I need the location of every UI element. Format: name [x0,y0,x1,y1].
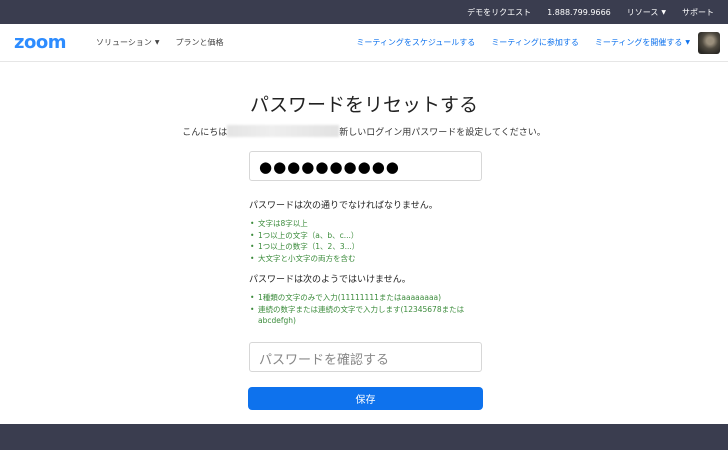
resources-menu[interactable]: リソース ▼ [627,7,666,18]
host-meeting-label: ミーティングを開催する [594,38,683,47]
chevron-down-icon: ▼ [661,8,666,16]
request-demo-link[interactable]: デモをリクエスト [467,7,531,18]
list-item: 連続の数字または連続の文字で入力します(12345678またはabcdefgh) [249,304,489,327]
top-utility-bar: デモをリクエスト 1.888.799.9666 リソース ▼ サポート [0,0,728,24]
chevron-down-icon: ▼ [154,39,160,46]
solutions-label: ソリューション [96,38,152,47]
zoom-logo[interactable]: zoom [14,32,80,53]
list-item: 1つ以上の数字（1、2、3...） [249,241,489,253]
must-rules-list: 文字は8字以上 1つ以上の文字（a、b、c...） 1つ以上の数字（1、2、3.… [249,218,489,264]
list-item: 1つ以上の文字（a、b、c...） [249,230,489,242]
confirm-password-placeholder: パスワードを確認する [259,353,390,368]
save-button[interactable]: 保存 [248,387,483,410]
chevron-down-icon: ▼ [685,39,690,46]
resources-label: リソース [626,7,659,17]
new-password-field[interactable]: ●●●●●●●●●● [249,151,482,181]
subtitle-suffix: 新しいログイン用パスワードを設定してください。 [339,128,546,138]
phone-number-link[interactable]: 1.888.799.9666 [547,8,611,17]
redacted-username [227,125,340,137]
confirm-password-field[interactable]: パスワードを確認する [249,342,482,372]
nav-right-group: ミーティングをスケジュールする ミーティングに参加する ミーティングを開催する ▼ [356,31,720,54]
reset-password-page: パスワードをリセットする こんにちは 新しいログイン用パスワードを設定してください… [0,62,728,424]
nav-left-group: ソリューション ▼ プランと価格 [96,37,223,48]
password-masked-value: ●●●●●●●●●● [259,158,400,176]
list-item: 1種類の文字のみで入力(11111111またはaaaaaaaa) [249,292,489,304]
list-item: 文字は8字以上 [249,218,489,230]
host-meeting-menu[interactable]: ミーティングを開催する ▼ [595,37,690,48]
support-link[interactable]: サポート [682,7,714,18]
list-item: 大文字と小文字の両方を含む [249,253,489,265]
main-navbar: zoom ソリューション ▼ プランと価格 ミーティングをスケジュールする ミーテ… [0,24,728,62]
page-title: パスワードをリセットする [249,94,478,116]
avatar[interactable] [698,31,720,54]
plans-pricing-link[interactable]: プランと価格 [175,37,223,48]
schedule-meeting-link[interactable]: ミーティングをスケジュールする [356,37,475,48]
footer-bar [0,424,728,450]
must-rules-heading: パスワードは次の通りでなければなりません。 [249,201,438,211]
page-subtitle: こんにちは 新しいログイン用パスワードを設定してください。 [0,125,728,138]
mustnot-rules-heading: パスワードは次のようではいけません。 [249,275,411,285]
solutions-menu[interactable]: ソリューション ▼ [96,37,159,48]
subtitle-prefix: こんにちは [182,128,228,138]
join-meeting-link[interactable]: ミーティングに参加する [491,37,579,48]
mustnot-rules-list: 1種類の文字のみで入力(11111111またはaaaaaaaa) 連続の数字また… [249,292,489,327]
